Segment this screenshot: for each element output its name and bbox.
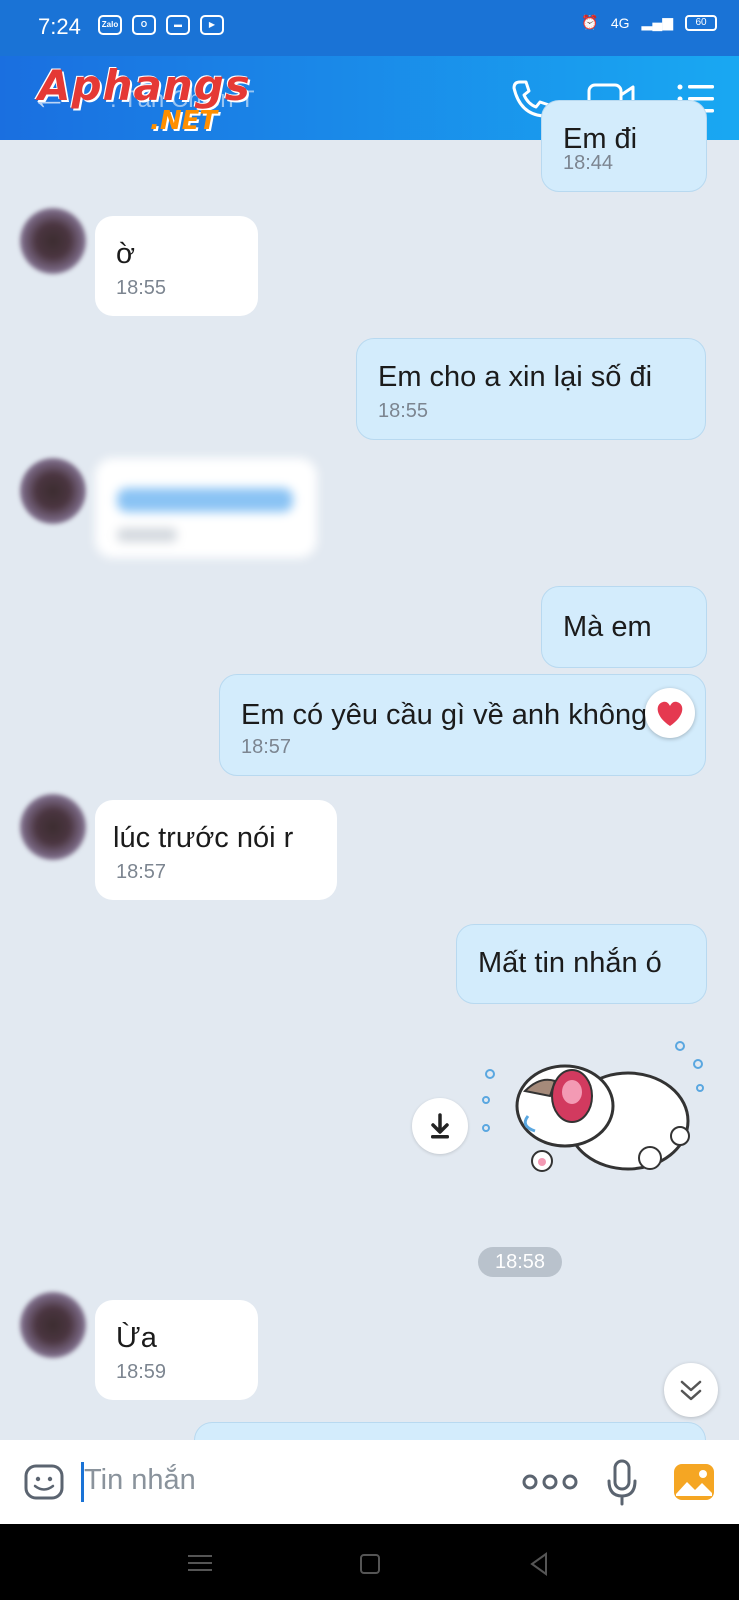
message-text: Em cho a xin lại số đi — [378, 361, 653, 393]
download-icon[interactable] — [412, 1098, 468, 1154]
microphone-icon[interactable] — [604, 1458, 640, 1508]
scroll-to-bottom-icon[interactable] — [664, 1363, 718, 1417]
message-time: 18:55 — [378, 400, 429, 422]
message-text: Mà em — [563, 611, 652, 643]
contact-avatar[interactable] — [20, 208, 86, 274]
zalo-notification-icon: Zalo — [98, 15, 122, 35]
crying-cat-sticker[interactable] — [480, 1036, 710, 1201]
battery-icon: 60 — [685, 14, 717, 31]
system-icons: ⏰ 4G ▂▄▆ 60 — [581, 14, 717, 31]
more-options-icon[interactable] — [520, 1472, 580, 1492]
contact-avatar[interactable] — [20, 1292, 86, 1358]
message-time: 18:55 — [116, 277, 167, 299]
date-separator: 18:58 — [478, 1247, 562, 1277]
message-notification-icon: ▬ — [166, 15, 190, 35]
message-bubble-mine[interactable]: Em cho a xin lại số đi 18:55 — [356, 338, 706, 440]
message-time: 18:57 — [116, 861, 167, 883]
message-bubble-mine[interactable]: Mất tin nhắn ó — [456, 924, 707, 1004]
message-text: Ừa — [116, 1322, 157, 1354]
blurred-message-time — [117, 528, 177, 542]
message-text: Mất tin nhắn ó — [478, 947, 662, 979]
message-bubble-mine[interactable]: Em đi 18:44 — [541, 100, 707, 192]
message-bubble-theirs[interactable]: Ừa 18:59 — [95, 1300, 258, 1400]
message-time: 18:59 — [116, 1361, 167, 1383]
image-gallery-icon[interactable] — [672, 1462, 716, 1502]
message-time: 18:57 — [241, 736, 292, 758]
signal-icon: ▂▄▆ — [641, 14, 673, 30]
watermark-logo: Aphangs — [38, 61, 251, 110]
watermark-logo-suffix: .NET — [150, 106, 218, 136]
camera-notification-icon: O — [132, 15, 156, 35]
status-time: 7:24 — [38, 14, 81, 39]
blurred-phone-number — [117, 488, 293, 512]
message-bubble-mine[interactable]: Em có yêu cầu gì về anh không 18:57 — [219, 674, 706, 776]
sticker-emoji-icon[interactable] — [22, 1460, 66, 1504]
blurred-message-bubble[interactable] — [95, 458, 317, 558]
message-input-bar: Tin nhắn — [0, 1440, 739, 1524]
home-icon[interactable] — [360, 1554, 380, 1574]
notification-icons: Zalo O ▬ ▶ — [98, 15, 224, 35]
heart-reaction-icon[interactable] — [645, 688, 695, 738]
message-text: ờ — [116, 238, 136, 270]
recent-apps-icon[interactable] — [188, 1554, 212, 1572]
message-time: 18:44 — [563, 152, 614, 174]
message-text: lúc trước nói r — [113, 822, 294, 854]
alarm-icon: ⏰ — [581, 14, 599, 30]
message-text: Em có yêu cầu gì về anh không — [241, 699, 648, 731]
network-label: 4G — [610, 14, 630, 31]
message-input[interactable]: Tin nhắn — [84, 1464, 196, 1497]
status-bar: 7:24 Zalo O ▬ ▶ ⏰ 4G ▂▄▆ 60 — [0, 0, 739, 56]
message-bubble-mine[interactable]: Mà em — [541, 586, 707, 668]
video-notification-icon: ▶ — [200, 15, 224, 35]
back-triangle-icon[interactable] — [528, 1552, 550, 1576]
system-navigation-bar — [0, 1524, 739, 1600]
message-bubble-theirs[interactable]: lúc trước nói r 18:57 — [95, 800, 337, 900]
contact-avatar[interactable] — [20, 794, 86, 860]
contact-avatar[interactable] — [20, 458, 86, 524]
message-bubble-theirs[interactable]: ờ 18:55 — [95, 216, 258, 316]
